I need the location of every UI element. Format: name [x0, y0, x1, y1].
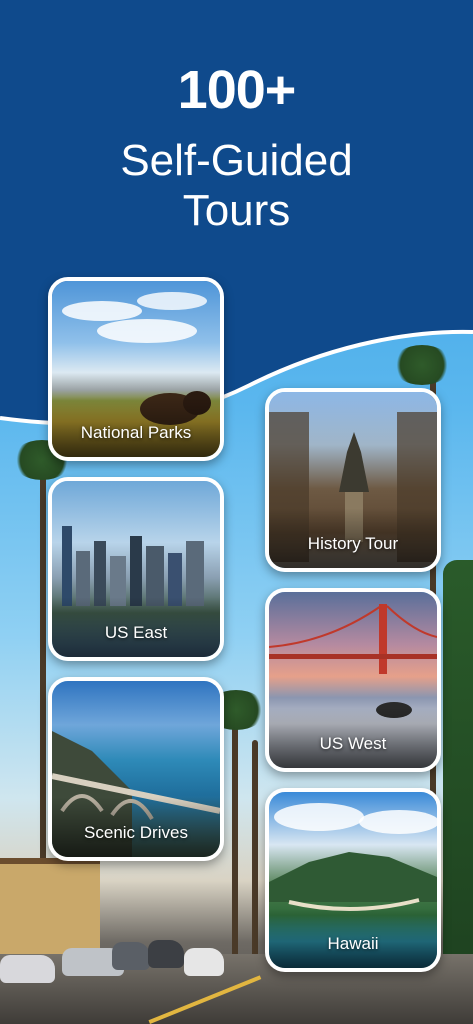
- card-us-east[interactable]: US East: [48, 477, 224, 661]
- card-label: Hawaii: [327, 934, 379, 953]
- card-label: History Tour: [307, 534, 399, 553]
- card-national-parks[interactable]: National Parks: [48, 277, 224, 461]
- palm-trunk: [232, 700, 238, 960]
- tour-count: 100+: [177, 60, 297, 120]
- card-us-west[interactable]: US West: [265, 588, 441, 772]
- card-label: US East: [104, 623, 168, 642]
- headline-line2: Tours: [182, 186, 291, 235]
- card-label: National Parks: [80, 423, 192, 442]
- car: [148, 940, 184, 968]
- palm-trunk: [252, 740, 258, 960]
- background-house: [0, 858, 100, 954]
- car: [0, 955, 55, 983]
- card-history-tour[interactable]: History Tour: [265, 388, 441, 572]
- card-label: Scenic Drives: [84, 823, 188, 842]
- headline-line1: Self-Guided: [120, 136, 353, 185]
- card-scenic-drives[interactable]: Scenic Drives: [48, 677, 224, 861]
- car: [112, 942, 150, 970]
- card-label: US West: [319, 734, 387, 753]
- background-tree: [443, 560, 473, 980]
- headline: 100+ Self-Guided Tours: [0, 60, 473, 236]
- car: [184, 948, 224, 976]
- card-hawaii[interactable]: Hawaii: [265, 788, 441, 972]
